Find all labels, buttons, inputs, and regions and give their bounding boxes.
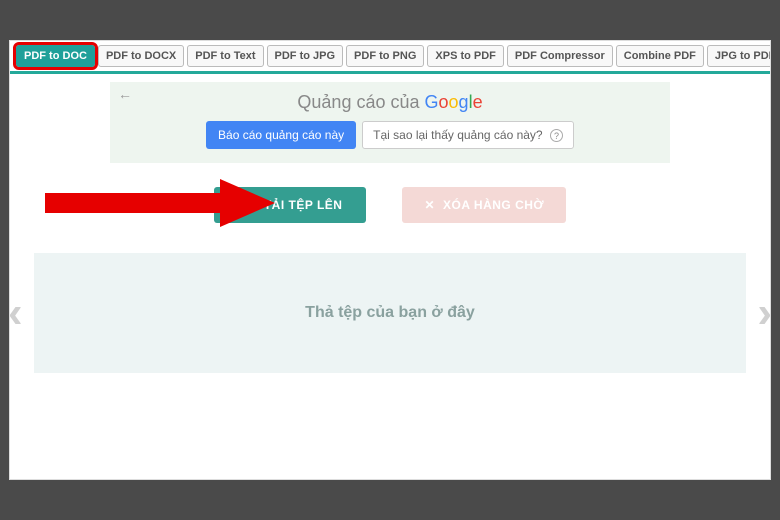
tab-pdf-to-jpg[interactable]: PDF to JPG: [267, 45, 344, 67]
google-logo: Google: [425, 92, 483, 113]
dropzone[interactable]: Thả tệp của bạn ở đây: [34, 253, 746, 373]
chevron-right-icon[interactable]: ›: [757, 291, 771, 335]
content-area: ← Quảng cáo của Google Báo cáo quảng cáo…: [10, 74, 770, 479]
tab-bar: PDF to DOCPDF to DOCXPDF to TextPDF to J…: [10, 41, 770, 67]
tab-jpg-to-pdf[interactable]: JPG to PDF: [707, 45, 771, 67]
trash-icon: ✕: [424, 198, 435, 212]
ad-button-row: Báo cáo quảng cáo này Tại sao lại thấy q…: [126, 121, 654, 149]
clear-queue-button[interactable]: ✕ XÓA HÀNG CHỜ: [402, 187, 566, 223]
close-icon[interactable]: ←: [118, 86, 132, 102]
question-icon: ?: [550, 129, 563, 142]
tab-xps-to-pdf[interactable]: XPS to PDF: [427, 45, 504, 67]
clear-label: XÓA HÀNG CHỜ: [443, 198, 544, 212]
app-window: PDF to DOCPDF to DOCXPDF to TextPDF to J…: [9, 40, 771, 480]
tab-pdf-to-text[interactable]: PDF to Text: [187, 45, 263, 67]
chevron-left-icon[interactable]: ‹: [9, 291, 23, 335]
ad-box: ← Quảng cáo của Google Báo cáo quảng cáo…: [110, 82, 670, 163]
tab-combine-pdf[interactable]: Combine PDF: [616, 45, 704, 67]
dropzone-text: Thả tệp của bạn ở đây: [305, 304, 475, 322]
tab-pdf-to-docx[interactable]: PDF to DOCX: [98, 45, 184, 67]
why-ad-button[interactable]: Tại sao lại thấy quảng cáo này? ?: [362, 121, 574, 149]
actions-row: TẢI TỆP LÊN ✕ XÓA HÀNG CHỜ: [10, 187, 770, 223]
tab-pdf-to-png[interactable]: PDF to PNG: [346, 45, 424, 67]
why-ad-label: Tại sao lại thấy quảng cáo này?: [373, 128, 542, 142]
ad-title-prefix: Quảng cáo của: [297, 92, 424, 112]
tab-pdf-compressor[interactable]: PDF Compressor: [507, 45, 613, 67]
tab-pdf-to-doc[interactable]: PDF to DOC: [16, 45, 95, 67]
red-arrow-annotation: [45, 179, 275, 227]
ad-title: Quảng cáo của Google: [126, 92, 654, 113]
report-ad-button[interactable]: Báo cáo quảng cáo này: [206, 121, 356, 149]
dropzone-carousel: ‹ Thả tệp của bạn ở đây ›: [10, 253, 770, 373]
upload-label: TẢI TỆP LÊN: [264, 198, 343, 212]
